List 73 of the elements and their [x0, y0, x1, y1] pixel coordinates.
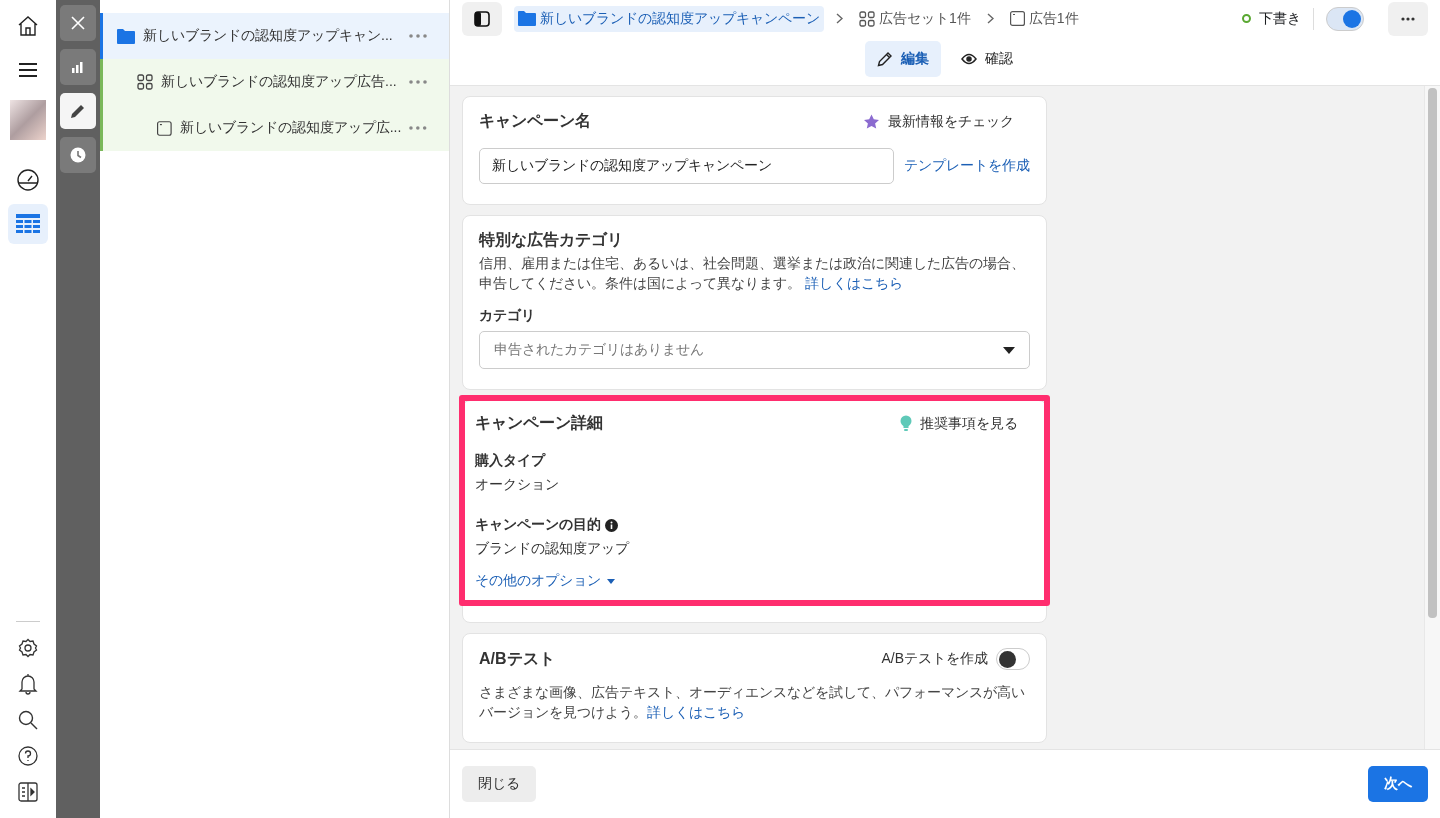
close-icon: [71, 16, 85, 30]
description-text: さまざまな画像、広告テキスト、オーディエンスなどを試して、パフォーマンスが高いバージョンを見つけよう。詳しくはこちら: [479, 683, 1026, 722]
learn-more-link[interactable]: 詳しくはこちら: [647, 704, 745, 720]
menu-icon: [18, 62, 38, 78]
panel-icon: [18, 782, 38, 802]
tree-item[interactable]: 新しいブランドの認知度アップ広...: [100, 105, 449, 151]
tool-button[interactable]: [60, 137, 96, 173]
window-icon: [157, 120, 172, 136]
folder-icon: [518, 11, 536, 26]
grid-icon: [859, 10, 875, 27]
help-icon: [18, 746, 38, 766]
eye-icon: [961, 53, 977, 65]
close-button[interactable]: 閉じる: [462, 766, 536, 802]
sidebar-toggle-button[interactable]: [462, 1, 502, 36]
chevron-right-icon: [986, 13, 994, 24]
pencil-icon: [70, 103, 86, 119]
more-button[interactable]: [1388, 1, 1428, 36]
tab[interactable]: 編集: [865, 41, 941, 77]
tree-item[interactable]: 新しいブランドの認知度アップ広告...: [100, 59, 449, 105]
tool-button[interactable]: [60, 49, 96, 85]
card-title: 特別な広告カテゴリ: [479, 230, 624, 251]
toggle-label: A/Bテストを作成: [881, 650, 988, 668]
gauge-icon: [16, 168, 40, 192]
folder-icon: [117, 28, 135, 44]
breadcrumb-link[interactable]: 広告1件: [1005, 5, 1083, 32]
caret-icon: [607, 578, 615, 584]
breadcrumb-link[interactable]: 新しいブランドの認知度アップキャンペーン: [514, 5, 824, 32]
sidebar-icon: [474, 10, 490, 27]
bar-chart-icon: [71, 60, 85, 74]
info-icon: [605, 518, 618, 532]
card-title: A/Bテスト: [479, 648, 555, 669]
card-title: キャンペーン名: [479, 111, 591, 131]
tab[interactable]: 確認: [949, 41, 1025, 77]
more-icon[interactable]: [409, 80, 427, 84]
card-title: キャンペーン詳細: [475, 413, 603, 433]
tool-button[interactable]: [60, 93, 96, 129]
whats-new-text[interactable]: 最新情報をチェック: [888, 112, 1014, 131]
next-button[interactable]: 次へ: [1368, 766, 1428, 802]
more-icon[interactable]: [409, 126, 427, 130]
clock-icon: [70, 147, 86, 163]
create-template-link[interactable]: テンプレートを作成: [904, 157, 1030, 175]
more-icon: [1401, 16, 1415, 21]
home-icon: [17, 15, 39, 37]
scrollbar[interactable]: [1424, 86, 1440, 749]
more-options-link[interactable]: その他のオプション: [475, 572, 615, 590]
toggle-switch[interactable]: [1326, 6, 1364, 31]
recommendations-text[interactable]: 推奨事項を見る: [920, 414, 1018, 433]
table-icon: [16, 214, 40, 234]
description-text: 信用、雇用または住宅、あるいは、社会問題、選挙または政治に関連した広告の場合、申告してください。条件は国によって異なります。 詳しくはこちら: [479, 254, 1026, 293]
campaign-name-field[interactable]: 新しいブランドの認知度アップキャンペーン: [479, 148, 894, 184]
caret-icon: [1003, 346, 1015, 354]
field-value: オークション: [475, 476, 560, 494]
status-dot-icon: [1242, 14, 1251, 23]
field-label: カテゴリ: [479, 307, 536, 325]
settings-icon: [18, 638, 38, 658]
learn-more-link[interactable]: 詳しくはこちら: [804, 275, 903, 291]
field-value: ブランドの認知度アップ: [475, 540, 631, 558]
window-icon: [1009, 11, 1025, 26]
star-icon: [863, 113, 880, 130]
avatar: [10, 100, 46, 140]
bell-icon: [18, 673, 38, 695]
lightbulb-icon: [900, 415, 912, 432]
search-icon: [18, 710, 38, 730]
grid-icon: [137, 74, 153, 90]
field-label: 購入タイプ: [475, 452, 545, 470]
chevron-right-icon: [836, 13, 843, 24]
status-text: 下書き: [1259, 9, 1301, 28]
field-label: キャンペーンの目的: [475, 516, 601, 534]
more-icon[interactable]: [409, 34, 427, 38]
toggle-switch[interactable]: [996, 648, 1030, 670]
breadcrumb-link[interactable]: 広告セット1件: [855, 5, 975, 32]
category-dropdown[interactable]: 申告されたカテゴリはありません: [479, 331, 1030, 369]
pencil-icon: [877, 51, 893, 67]
